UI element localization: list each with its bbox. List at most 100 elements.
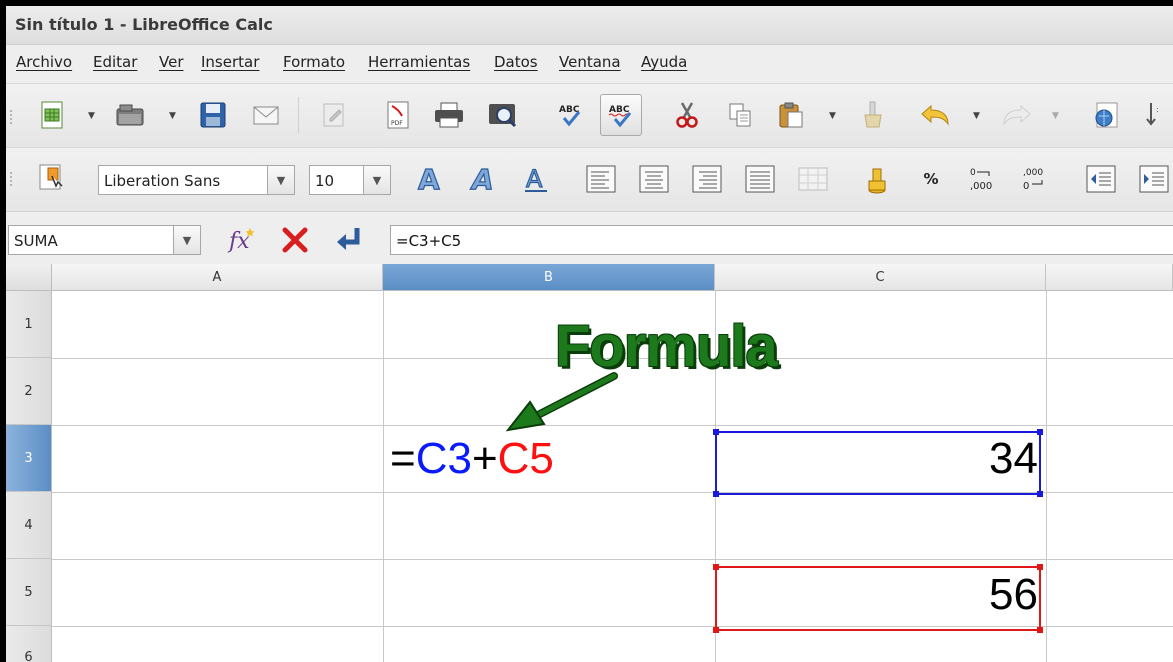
email-icon[interactable] bbox=[248, 97, 284, 133]
bold-icon[interactable]: A bbox=[412, 161, 448, 197]
toolbar-grip[interactable] bbox=[10, 172, 16, 186]
libreoffice-calc-window: Sin título 1 - LibreOffice Calc Archivo … bbox=[6, 6, 1173, 662]
cancel-x-icon[interactable] bbox=[277, 222, 313, 258]
decrease-indent-icon[interactable] bbox=[1083, 161, 1119, 197]
percent-icon[interactable]: % bbox=[913, 161, 949, 197]
font-size-combo[interactable]: 10 ▼ bbox=[309, 165, 391, 195]
styles-formatting-icon[interactable] bbox=[34, 160, 70, 196]
accept-enter-icon[interactable] bbox=[331, 222, 367, 258]
menu-ver[interactable]: Ver bbox=[159, 53, 184, 71]
column-header-b[interactable]: B bbox=[383, 264, 715, 291]
toolbar-separator bbox=[298, 97, 299, 133]
function-wizard-icon[interactable]: fx bbox=[225, 222, 261, 258]
formula-input-text: =C3+C5 bbox=[396, 232, 462, 250]
autospellcheck-icon[interactable]: ABC bbox=[600, 94, 642, 136]
menu-bar: Archivo Editar Ver Insertar Formato Herr… bbox=[6, 45, 1173, 83]
align-right-icon[interactable] bbox=[689, 161, 725, 197]
row-header-6[interactable]: 6 bbox=[6, 626, 52, 662]
font-name-combo[interactable]: Liberation Sans ▼ bbox=[98, 165, 295, 195]
justify-icon[interactable] bbox=[742, 161, 778, 197]
remove-decimal-icon[interactable]: ,000 0 bbox=[1018, 161, 1054, 197]
row-header-4[interactable]: 4 bbox=[6, 492, 52, 559]
row-header-1[interactable]: 1 bbox=[6, 291, 52, 358]
redo-dropdown-icon[interactable]: ▼ bbox=[1052, 111, 1059, 121]
svg-text:,000: ,000 bbox=[1023, 168, 1043, 178]
redo-icon[interactable] bbox=[998, 97, 1034, 133]
clone-formatting-icon[interactable] bbox=[855, 97, 891, 133]
grid-line bbox=[383, 291, 384, 662]
edit-file-icon[interactable] bbox=[316, 97, 352, 133]
row-header-3[interactable]: 3 bbox=[6, 425, 52, 492]
copy-icon[interactable] bbox=[722, 97, 758, 133]
resize-handle[interactable] bbox=[1037, 491, 1043, 497]
svg-text:0: 0 bbox=[970, 168, 976, 178]
add-decimal-icon[interactable]: 0 ,000 bbox=[965, 161, 1001, 197]
menu-ventana[interactable]: Ventana bbox=[559, 53, 621, 71]
menu-insertar[interactable]: Insertar bbox=[201, 53, 259, 71]
new-dropdown-icon[interactable]: ▼ bbox=[88, 111, 95, 121]
cell-c3-value: 34 bbox=[989, 434, 1038, 483]
increase-indent-icon[interactable] bbox=[1136, 161, 1172, 197]
merge-cells-icon[interactable] bbox=[795, 161, 831, 197]
navigator-icon[interactable] bbox=[1088, 97, 1124, 133]
italic-icon[interactable]: A bbox=[466, 161, 502, 197]
column-header-c[interactable]: C bbox=[715, 264, 1046, 291]
menu-formato[interactable]: Formato bbox=[283, 53, 345, 71]
formula-plus: + bbox=[471, 434, 498, 483]
menu-herramientas[interactable]: Herramientas bbox=[368, 53, 470, 71]
menu-ayuda[interactable]: Ayuda bbox=[641, 53, 687, 71]
name-box[interactable]: SUMA ▼ bbox=[8, 225, 201, 255]
resize-handle[interactable] bbox=[1037, 627, 1043, 633]
select-all-corner[interactable] bbox=[6, 264, 52, 291]
paste-icon[interactable] bbox=[773, 97, 809, 133]
row-header-5[interactable]: 5 bbox=[6, 559, 52, 626]
formula-equals: = bbox=[390, 434, 416, 483]
svg-text:PDF: PDF bbox=[391, 120, 403, 127]
menu-editar[interactable]: Editar bbox=[93, 53, 137, 71]
row-header-2[interactable]: 2 bbox=[6, 358, 52, 425]
annotation-arrow-icon bbox=[505, 372, 618, 432]
svg-text::: : bbox=[1156, 105, 1159, 114]
formula-bar: SUMA ▼ fx =C3+C5 bbox=[6, 211, 1173, 268]
formula-ref-c5: C5 bbox=[497, 434, 554, 483]
toolbar-grip[interactable] bbox=[10, 110, 16, 124]
underline-icon[interactable]: A bbox=[518, 161, 554, 197]
new-spreadsheet-icon[interactable] bbox=[34, 97, 70, 133]
chevron-down-icon[interactable]: ▼ bbox=[173, 226, 200, 254]
resize-handle[interactable] bbox=[713, 627, 719, 633]
column-header-a[interactable]: A bbox=[52, 264, 383, 291]
font-name-value: Liberation Sans bbox=[104, 172, 221, 190]
chevron-down-icon[interactable]: ▼ bbox=[267, 166, 294, 194]
cell-b3-formula[interactable]: =C3+C5 bbox=[390, 434, 554, 484]
percent-label: % bbox=[923, 170, 939, 188]
svg-text:A: A bbox=[526, 165, 543, 193]
cell-c5-value: 56 bbox=[989, 570, 1038, 619]
align-left-icon[interactable] bbox=[583, 161, 619, 197]
open-dropdown-icon[interactable]: ▼ bbox=[169, 111, 176, 121]
svg-text:fx: fx bbox=[227, 229, 250, 254]
column-header-d[interactable] bbox=[1046, 264, 1173, 291]
undo-dropdown-icon[interactable]: ▼ bbox=[973, 111, 980, 121]
chevron-down-icon[interactable]: ▼ bbox=[363, 166, 390, 194]
spellcheck-icon[interactable]: ABC bbox=[553, 97, 589, 133]
standard-toolbar: ▼ ▼ PDF ABC ABC ▼ ▼ ▼: bbox=[6, 83, 1173, 147]
formula-input[interactable]: =C3+C5 bbox=[390, 225, 1173, 255]
formula-ref-c3: C3 bbox=[415, 434, 472, 483]
svg-text:A: A bbox=[470, 164, 494, 194]
cut-icon[interactable] bbox=[669, 97, 705, 133]
open-folder-icon[interactable] bbox=[112, 97, 148, 133]
grid-line bbox=[1046, 291, 1047, 662]
undo-icon[interactable] bbox=[918, 97, 954, 133]
export-pdf-icon[interactable]: PDF bbox=[380, 97, 416, 133]
menu-datos[interactable]: Datos bbox=[494, 53, 538, 71]
align-center-icon[interactable] bbox=[636, 161, 672, 197]
print-icon[interactable] bbox=[431, 97, 467, 133]
resize-handle[interactable] bbox=[713, 491, 719, 497]
currency-icon[interactable] bbox=[861, 161, 897, 197]
save-icon[interactable] bbox=[195, 97, 231, 133]
menu-archivo[interactable]: Archivo bbox=[16, 53, 72, 71]
print-preview-icon[interactable] bbox=[485, 97, 521, 133]
paste-dropdown-icon[interactable]: ▼ bbox=[829, 111, 836, 121]
name-box-value: SUMA bbox=[14, 232, 58, 250]
sort-icon[interactable]: : bbox=[1138, 97, 1173, 133]
